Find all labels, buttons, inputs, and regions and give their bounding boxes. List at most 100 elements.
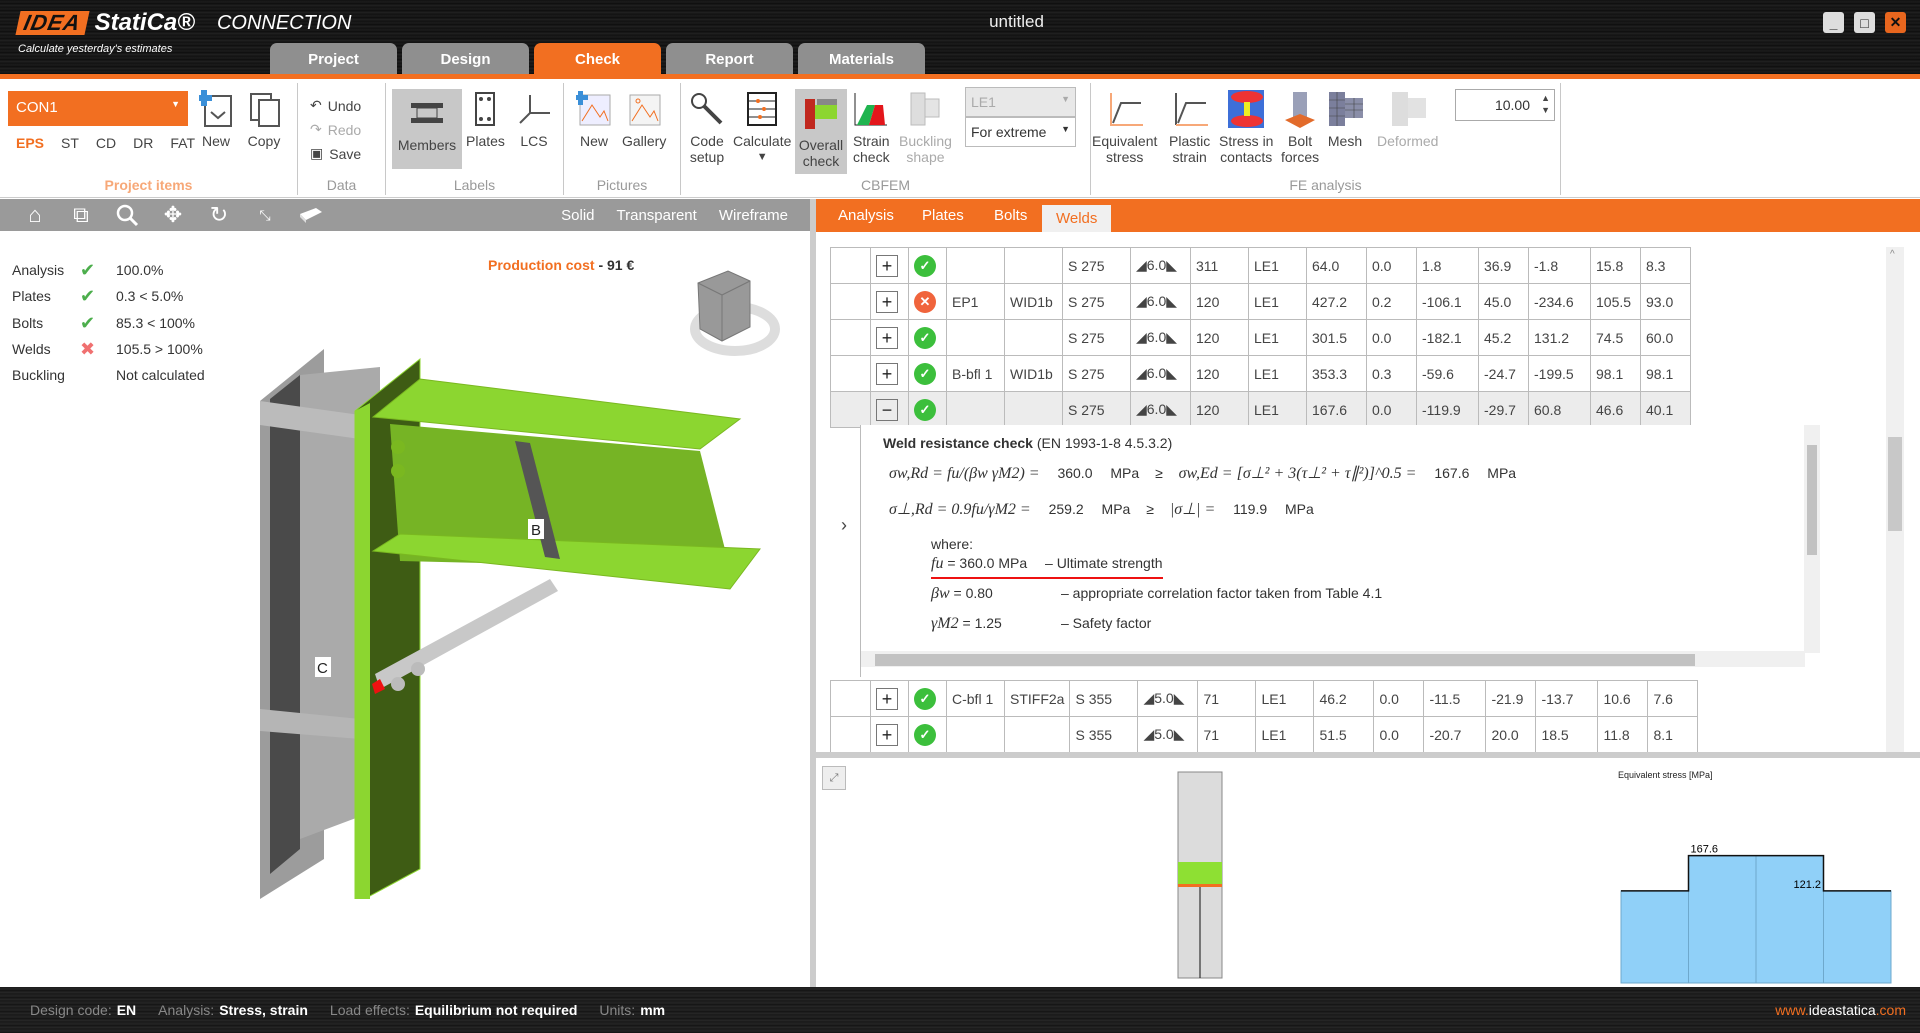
tab-design[interactable]: Design: [402, 43, 529, 76]
minimize-button[interactable]: _: [1823, 12, 1844, 33]
labels-plates-button[interactable]: Plates: [466, 89, 505, 149]
zoom-extents-icon[interactable]: ⤡: [250, 201, 280, 229]
detail-horizontal-scrollbar[interactable]: [861, 651, 1805, 667]
code-setup-button[interactable]: Code setup: [689, 89, 725, 165]
expand-row-button[interactable]: +: [876, 290, 898, 313]
type-eps[interactable]: EPS: [16, 135, 44, 151]
cell-le: LE1: [1255, 716, 1315, 753]
load-effect-select[interactable]: LE1 ▼: [965, 87, 1076, 117]
copy-item-button[interactable]: Copy: [246, 89, 282, 149]
mode-transparent[interactable]: Transparent: [617, 207, 697, 224]
weld-row[interactable]: + ✕ EP1 WID1b S 275 ◢6.0◣ 120 LE1 427.2 0.2 -106.1…: [830, 283, 1691, 320]
rtab-analysis[interactable]: Analysis: [838, 207, 894, 224]
cell-material: S 355: [1069, 680, 1139, 717]
tab-check[interactable]: Check: [534, 43, 661, 76]
summary-row-welds: Welds ✖ 105.5 > 100%: [12, 336, 205, 362]
tab-report[interactable]: Report: [666, 43, 793, 76]
3d-viewport[interactable]: ⌂ ⧉ ✥ ↻ ⤡ Solid Transparent Wireframe An…: [0, 199, 810, 987]
chevron-right-icon[interactable]: ›: [841, 515, 847, 536]
expand-row-button[interactable]: +: [876, 723, 898, 746]
status-analysis: Analysis: Stress, strain: [158, 1002, 308, 1018]
type-dr[interactable]: DR: [133, 135, 153, 151]
redo-button[interactable]: ↷ Redo: [310, 121, 361, 138]
extreme-select[interactable]: For extreme ▼: [965, 117, 1076, 147]
param-gamma-m2: γM2 = 1.25 – Safety factor: [931, 615, 1152, 632]
search-icon[interactable]: [112, 201, 142, 229]
scrollbar-thumb[interactable]: [1888, 437, 1902, 531]
expand-row-button[interactable]: +: [876, 326, 898, 349]
param-beta-w: βw = 0.80 – appropriate correlation fact…: [931, 585, 1383, 602]
weld-row[interactable]: + ✓ C-bfl 1 STIFF2a S 355 ◢5.0◣ 71 LE1 46.2 0.0 -1…: [830, 680, 1699, 717]
expand-row-button[interactable]: +: [876, 687, 898, 710]
rtab-bolts[interactable]: Bolts: [994, 207, 1027, 224]
plastic-strain-button[interactable]: Plastic strain: [1169, 89, 1210, 165]
pan-icon[interactable]: ✥: [158, 201, 188, 229]
cell-tau_par: -29.7: [1478, 391, 1529, 428]
results-vertical-scrollbar[interactable]: ^ v: [1886, 247, 1904, 807]
status-load-effects: Load effects: Equilibrium not required: [329, 1002, 578, 1018]
weld-row[interactable]: − ✓ S 275 ◢6.0◣ 120 LE1 167.6 0.0 -119.9 -29.7 60.…: [830, 391, 1691, 428]
cell-length: 120: [1190, 355, 1249, 392]
rtab-welds[interactable]: Welds: [1042, 205, 1112, 232]
cell-tau_par: 45.2: [1478, 319, 1529, 356]
new-picture-button[interactable]: New: [576, 89, 612, 149]
expand-row-button[interactable]: +: [876, 254, 898, 277]
save-button[interactable]: ▣ Save: [310, 145, 361, 162]
scroll-up-icon[interactable]: ^: [1890, 249, 1895, 260]
website-link[interactable]: www.ideastatica.com: [1775, 1002, 1906, 1018]
expand-icon[interactable]: ⤢: [822, 766, 846, 790]
deformation-scale-input[interactable]: 10.00 ▲ ▼: [1455, 89, 1555, 121]
expand-row-button[interactable]: +: [876, 362, 898, 385]
spinner-icon[interactable]: ▲ ▼: [1541, 92, 1550, 116]
type-cd[interactable]: CD: [96, 135, 116, 151]
cell-sigma_w: 427.2: [1306, 283, 1367, 320]
weld-row[interactable]: + ✓ S 355 ◢5.0◣ 71 LE1 51.5 0.0 -20.7 20.0 18.5 11.…: [830, 716, 1699, 753]
cell-eps: 0.2: [1366, 283, 1417, 320]
axes-icon: [516, 89, 552, 129]
buckling-shape-button[interactable]: Buckling shape: [899, 89, 952, 165]
type-fat[interactable]: FAT: [170, 135, 195, 151]
connection-select[interactable]: CON1 ▼: [8, 91, 188, 126]
undo-button[interactable]: ↶ Undo: [310, 97, 361, 114]
solid-block-icon[interactable]: [296, 201, 326, 229]
gallery-button[interactable]: Gallery: [622, 89, 666, 149]
type-st[interactable]: ST: [61, 135, 79, 151]
tab-project[interactable]: Project: [270, 43, 397, 76]
weld-row[interactable]: + ✓ S 275 ◢6.0◣ 311 LE1 64.0 0.0 1.8 36.9 -1.8 15.8…: [830, 247, 1691, 284]
new-item-button[interactable]: New: [198, 89, 234, 149]
stress-in-contacts-button[interactable]: Stress in contacts: [1219, 89, 1273, 165]
overall-check-icon: [803, 93, 839, 133]
maximize-button[interactable]: □: [1854, 12, 1875, 33]
mode-solid[interactable]: Solid: [561, 207, 594, 224]
calculate-button[interactable]: Calculate ▼: [733, 89, 791, 165]
weld-row[interactable]: + ✓ B-bfl 1 WID1b S 275 ◢6.0◣ 120 LE1 353.3 0.3 -5…: [830, 355, 1691, 392]
deformed-button[interactable]: Deformed: [1377, 89, 1438, 149]
rtab-plates[interactable]: Plates: [922, 207, 964, 224]
chevron-down-icon: ▼: [1061, 124, 1070, 134]
detail-vertical-scrollbar[interactable]: [1804, 425, 1820, 653]
labels-members-button[interactable]: Members: [392, 89, 462, 169]
cell-edge: [1004, 391, 1063, 428]
cell-sigma_w: 51.5: [1313, 716, 1375, 753]
connection-model[interactable]: B C: [240, 339, 800, 899]
zoom-window-icon[interactable]: ⧉: [66, 201, 96, 229]
equivalent-stress-button[interactable]: Equivalent stress: [1092, 89, 1157, 165]
overall-check-button[interactable]: Overall check: [795, 89, 847, 174]
rotate-icon[interactable]: ↻: [204, 201, 234, 229]
weld-row[interactable]: + ✓ S 275 ◢6.0◣ 120 LE1 301.5 0.0 -182.1 45.2 131.…: [830, 319, 1691, 356]
bolt-forces-button[interactable]: Bolt forces: [1281, 89, 1319, 165]
close-button[interactable]: ✕: [1885, 12, 1906, 33]
undo-icon: ↶: [310, 97, 322, 113]
cell-material: S 275: [1062, 391, 1131, 428]
home-icon[interactable]: ⌂: [20, 201, 50, 229]
mesh-button[interactable]: Mesh: [1327, 89, 1363, 149]
collapse-row-button[interactable]: −: [876, 398, 898, 421]
strain-check-button[interactable]: Strain check: [853, 89, 890, 165]
cell-edge: [1003, 716, 1071, 753]
tab-materials[interactable]: Materials: [798, 43, 925, 76]
detail-line-1: σw,Rd = fu/(βw γM2) = 360.0 MPa ≥ σw,Ed …: [889, 465, 1517, 482]
labels-lcs-button[interactable]: LCS: [516, 89, 552, 149]
close-icon: ✕: [1889, 14, 1902, 30]
mode-wireframe[interactable]: Wireframe: [719, 207, 788, 224]
group-pictures: New Gallery Pictures: [564, 83, 681, 195]
